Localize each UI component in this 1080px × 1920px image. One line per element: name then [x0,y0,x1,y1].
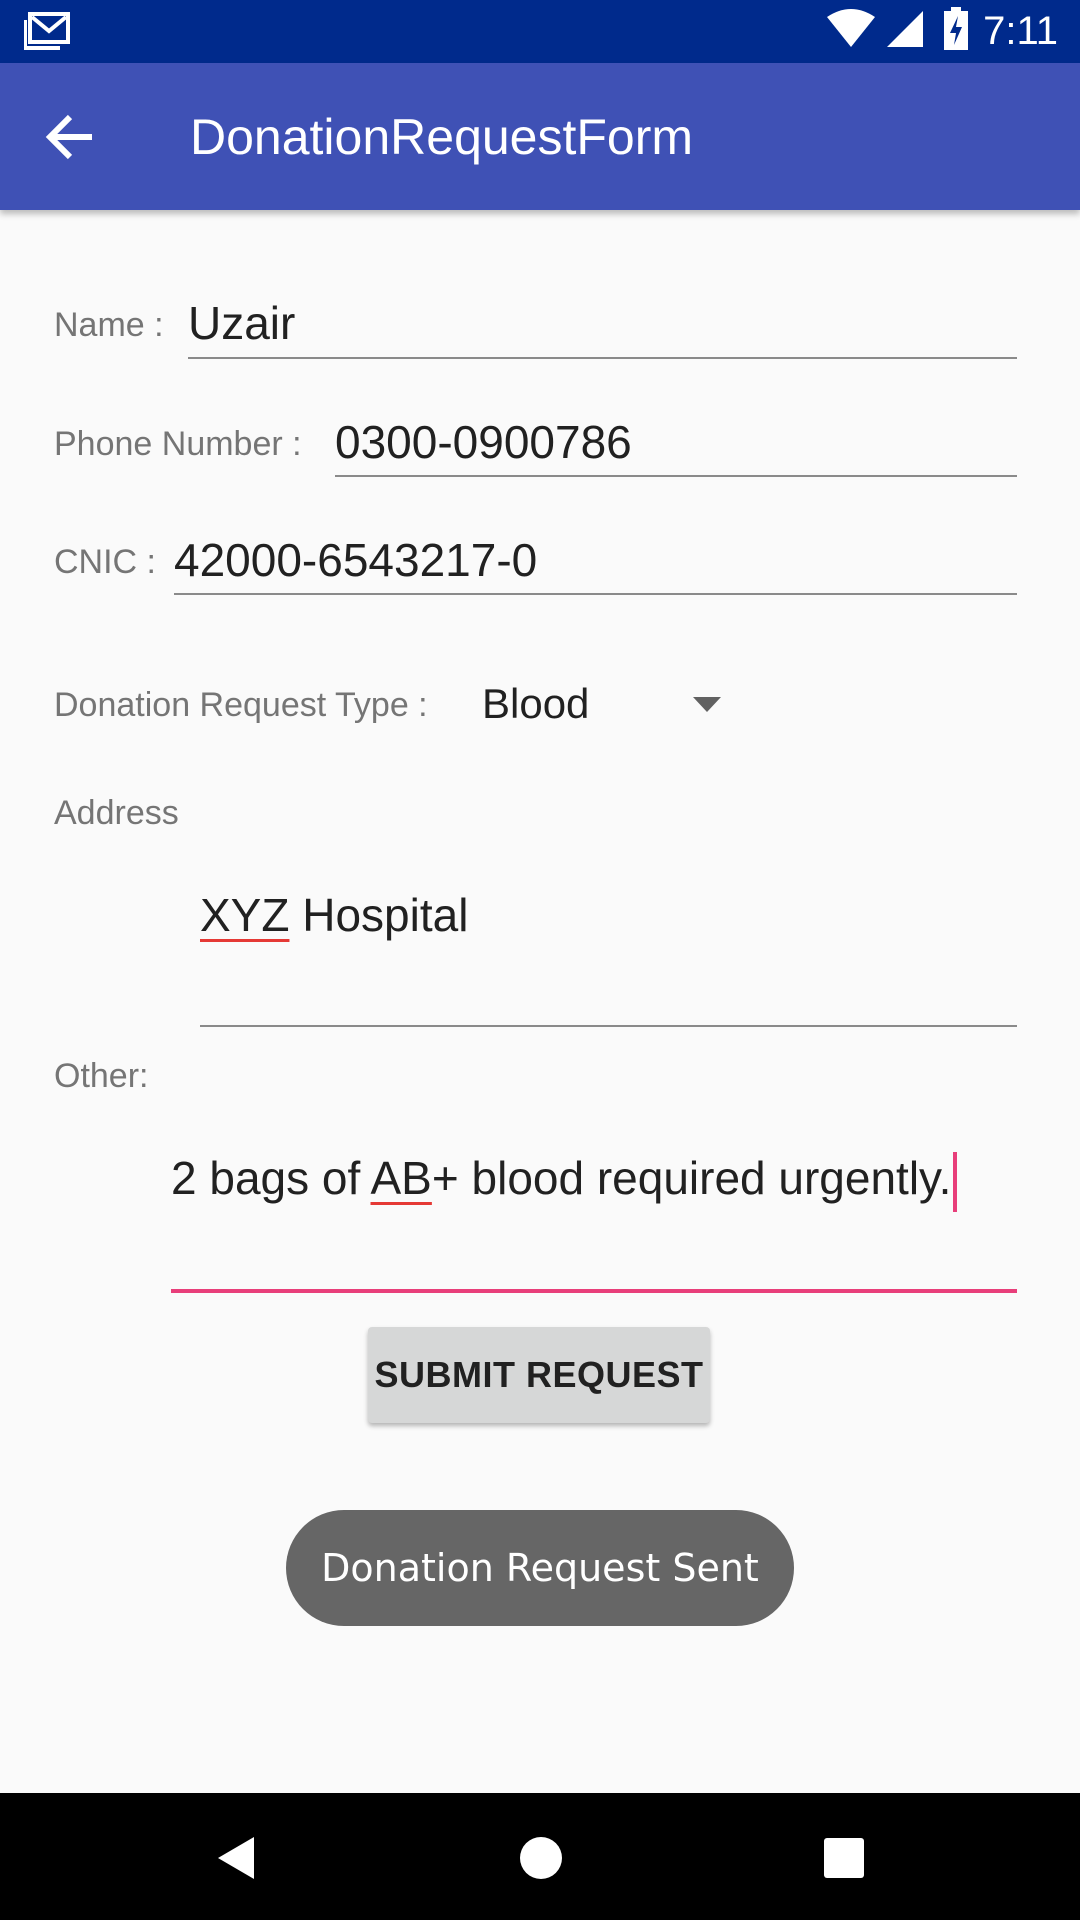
recents-square-icon[interactable] [819,1833,869,1883]
cnic-label: CNIC : [54,543,156,581]
submit-request-button[interactable]: SUBMIT REQUEST [368,1327,710,1423]
other-underline-focused [171,1289,1017,1293]
signal-icon [885,9,925,54]
address-misspelled-word: XYZ [200,889,290,941]
back-triangle-icon[interactable] [212,1833,262,1883]
other-field[interactable]: 2 bags of AB+ blood required urgently. [171,1148,1017,1214]
other-label: Other: [54,1057,149,1095]
other-misspelled-word: AB [370,1152,432,1204]
name-field[interactable]: Uzair [188,296,295,350]
wifi-icon [825,9,877,54]
address-underline [200,1025,1017,1027]
cnic-field[interactable]: 42000-6543217-0 [174,533,537,587]
address-text: XYZ Hospital [200,888,468,942]
donation-type-label: Donation Request Type : [54,686,428,724]
name-label: Name : [54,306,164,344]
arrow-back-icon[interactable] [40,107,106,167]
cnic-underline [174,593,1017,595]
navigation-bar [0,1793,1080,1920]
other-text-part2: + blood required urgently. [431,1152,952,1204]
other-text: 2 bags of AB+ blood required urgently. [171,1151,958,1212]
phone-label: Phone Number : [54,425,302,463]
name-underline [188,357,1017,359]
address-field[interactable]: XYZ Hospital [200,888,1017,948]
text-cursor [953,1151,958,1212]
dropdown-arrow-icon [693,697,721,712]
address-label: Address [54,794,179,832]
battery-charging-icon [943,7,969,56]
address-text-rest: Hospital [289,889,469,941]
donation-type-selected: Blood [482,680,590,727]
clock: 7:11 [983,9,1058,53]
status-bar: 7:11 [0,0,1080,63]
other-text-part1: 2 bags of [171,1152,371,1204]
app-bar: DonationRequestForm [0,63,1080,210]
home-circle-icon[interactable] [516,1833,566,1883]
donation-type-spinner[interactable]: Blood [470,670,740,740]
gmail-icon [23,12,70,57]
toast-message: Donation Request Sent [286,1510,794,1626]
page-title: DonationRequestForm [190,109,694,165]
phone-field[interactable]: 0300-0900786 [335,415,632,469]
phone-underline [335,475,1017,477]
